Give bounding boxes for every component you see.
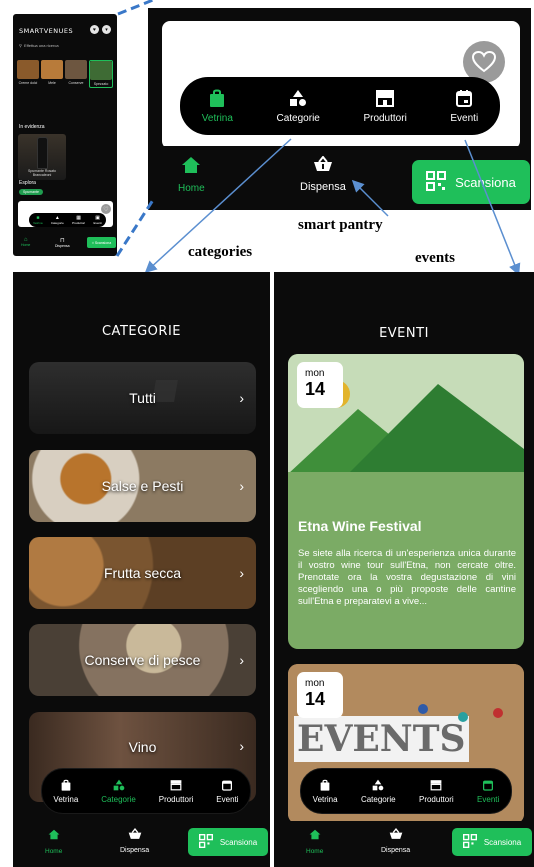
pantry-button[interactable]: Dispensa [381,827,410,854]
annotation-categories: categories [188,244,253,260]
event-date-badge: mon 14 [297,362,343,408]
category-tile-tutti[interactable]: Tutti › [29,362,256,434]
tab-produttori[interactable]: Produttori [419,779,454,804]
category-label: Vino [128,739,157,755]
event-card[interactable]: mon 14 Etna Wine Festival Se siete alla … [288,354,524,649]
zoom-connector-top [117,0,154,16]
eventi-screen: EVENTI mon 14 Etna Wine Festival Se siet… [274,272,534,867]
shapes-icon [372,779,384,791]
annotation-events: events [415,250,455,266]
home-button[interactable]: Home [306,829,323,855]
scan-button[interactable]: Scansiona [452,828,532,856]
qr-icon [462,834,477,850]
home-icon [309,829,321,842]
basket-icon [128,827,142,842]
tab-vetrina[interactable]: Vetrina [53,779,78,804]
basket-icon [389,827,403,842]
chevron-right-icon: › [239,738,244,754]
category-tile-frutta[interactable]: Frutta secca › [29,537,256,609]
home-button[interactable]: Home [45,829,62,855]
home-icon [48,829,60,842]
category-label: Frutta secca [103,565,182,581]
event-title: Etna Wine Festival [298,518,422,534]
pantry-button[interactable]: Dispensa [120,827,149,854]
calendar-icon [221,779,233,791]
page-title: EVENTI [379,326,429,341]
bottom-bar: Home Dispensa Scansiona [13,821,270,867]
scan-button[interactable]: Scansiona [188,828,268,856]
arrow-to-events [464,139,521,276]
annotation-smart-pantry: smart pantry [298,217,383,233]
shapes-icon [113,779,125,791]
tab-vetrina[interactable]: Vetrina [313,779,338,804]
bottom-bar: Home Dispensa Scansiona [274,821,532,867]
category-tile-conserve[interactable]: Conserve di pesce › [29,624,256,696]
page-title: CATEGORIE [101,324,181,339]
event-description: Se siete alla ricerca di un'esperienza u… [298,548,516,607]
category-label: Salse e Pesti [101,478,184,494]
category-label: Tutti [129,390,156,406]
bag-icon [60,779,72,791]
category-tile-salse[interactable]: Salse e Pesti › [29,450,256,522]
chevron-right-icon: › [239,478,244,494]
section-nav-pill: Vetrina Categorie Produttori Eventi [300,768,512,814]
tab-eventi[interactable]: Eventi [216,779,239,804]
tab-categorie[interactable]: Categorie [361,779,396,804]
section-nav-pill: Vetrina Categorie Produttori Eventi [41,768,251,814]
chevron-right-icon: › [239,652,244,668]
zoom-connector-bottom [115,199,155,257]
arrow-to-pantry [351,179,389,217]
category-label: Conserve di pesce [84,652,201,668]
tab-produttori[interactable]: Produttori [159,779,193,804]
store-icon [430,779,442,791]
event-date-badge: mon 14 [297,672,343,718]
categorie-screen: CATEGORIE Tutti › Salse e Pesti › Frutta… [13,272,270,867]
qr-icon [198,834,213,850]
store-icon [170,779,182,791]
calendar-icon [482,779,494,791]
tab-eventi[interactable]: Eventi [477,779,499,804]
chevron-right-icon: › [239,390,244,406]
events-word: EVENTS [294,716,469,762]
tab-categorie[interactable]: Categorie [101,779,136,804]
chevron-right-icon: › [239,565,244,581]
bag-icon [319,779,331,791]
